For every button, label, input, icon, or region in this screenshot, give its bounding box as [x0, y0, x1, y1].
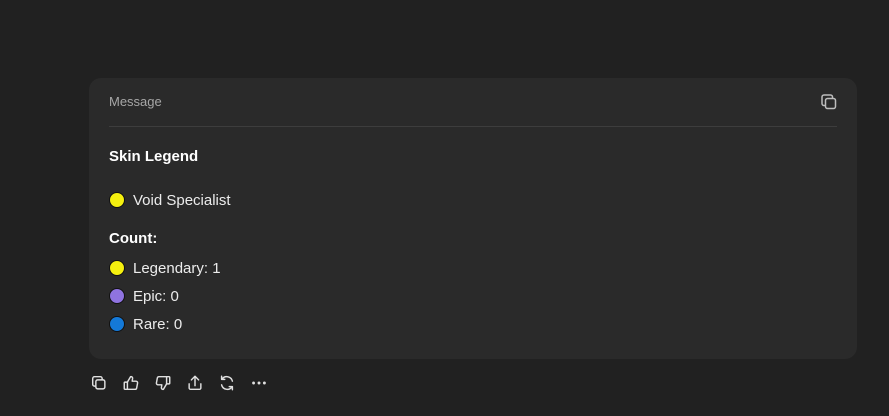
legendary-dot-icon [109, 192, 125, 208]
skin-legend-heading: Skin Legend [109, 148, 199, 165]
card-header: Message [109, 78, 837, 127]
thumbs-down-icon[interactable] [153, 373, 173, 393]
epic-dot-icon [109, 288, 125, 304]
legendary-dot-icon [109, 260, 125, 276]
copy-icon[interactable] [89, 373, 109, 393]
featured-skin-row: Void Specialist [109, 186, 837, 214]
rare-dot-icon [109, 316, 125, 332]
share-icon[interactable] [185, 373, 205, 393]
count-label-legendary: Legendary: 1 [133, 259, 221, 277]
thumbs-up-icon[interactable] [121, 373, 141, 393]
message-content: Skin Legend Void Specialist Count: Legen… [109, 148, 837, 338]
count-heading: Count: [109, 230, 158, 247]
count-row-legendary: Legendary: 1 [109, 254, 837, 282]
count-label-epic: Epic: 0 [133, 287, 179, 305]
message-actions [89, 373, 269, 395]
count-row-epic: Epic: 0 [109, 282, 837, 310]
count-label-rare: Rare: 0 [133, 315, 183, 333]
copy-message-icon[interactable] [819, 92, 839, 112]
more-icon[interactable] [249, 373, 269, 393]
featured-skin-label: Void Specialist [133, 191, 231, 209]
regenerate-icon[interactable] [217, 373, 237, 393]
card-header-label: Message [109, 94, 162, 109]
count-row-rare: Rare: 0 [109, 310, 837, 338]
message-card: Message Skin Legend Void Specialist Coun… [89, 78, 857, 359]
